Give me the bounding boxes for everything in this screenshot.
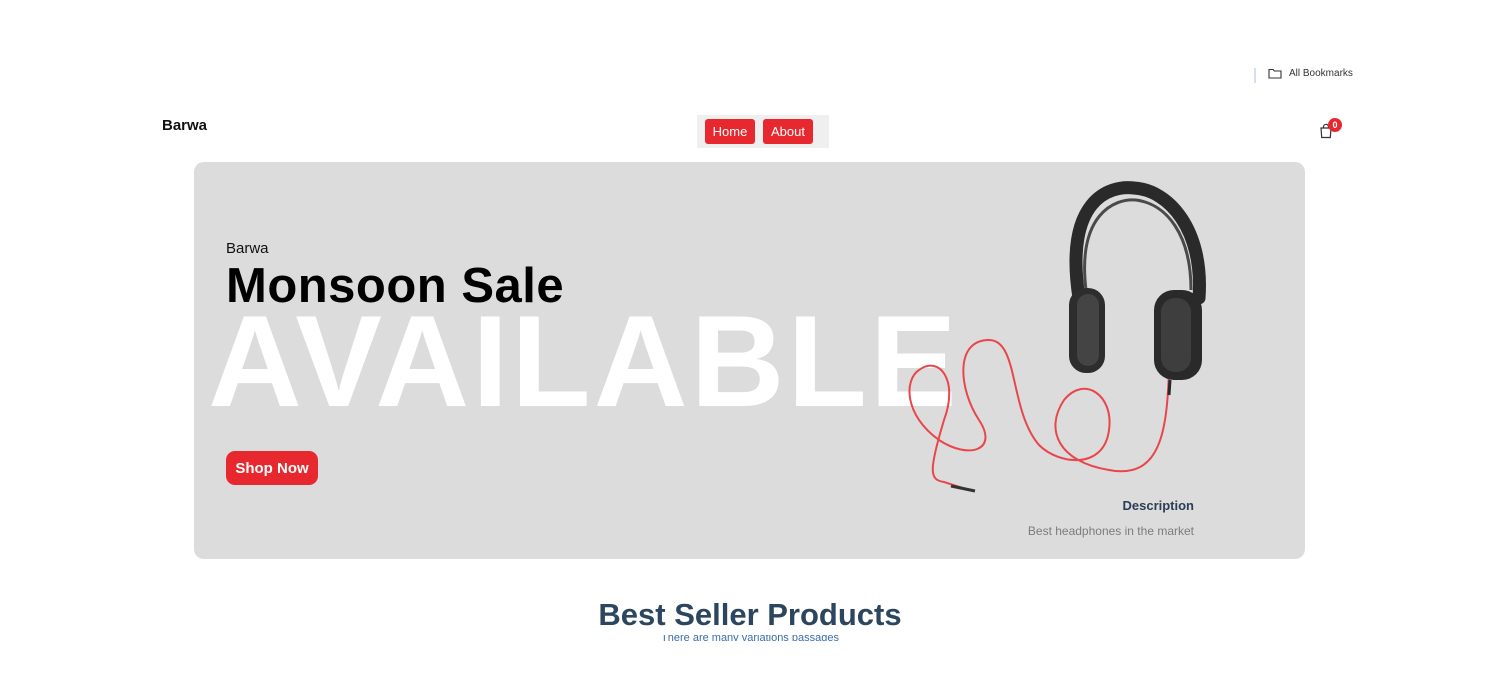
brand-logo[interactable]: Barwa: [162, 117, 207, 134]
bookmarks-separator: [1254, 68, 1256, 83]
cart-count-badge: 0: [1328, 118, 1342, 132]
main-nav: Home About: [697, 115, 829, 148]
all-bookmarks-label: All Bookmarks: [1289, 68, 1353, 79]
section-subtitle: There are many variations passages: [661, 635, 839, 641]
description-label: Description: [1122, 498, 1194, 513]
cart-button[interactable]: 0: [1318, 118, 1344, 140]
nav-about-link[interactable]: About: [763, 119, 813, 144]
hero-eyebrow: Barwa: [226, 240, 269, 257]
description-text: Best headphones in the market: [1027, 524, 1194, 538]
section-title: Best Seller Products: [598, 597, 902, 632]
folder-icon: [1268, 68, 1282, 79]
hero-banner: Barwa Monsoon Sale AVAILABLE Shop Now De…: [194, 162, 1305, 559]
all-bookmarks-button[interactable]: All Bookmarks: [1268, 68, 1353, 79]
hero-big-text: AVAILABLE: [208, 288, 960, 434]
nav-home-link[interactable]: Home: [705, 119, 755, 144]
shop-now-button[interactable]: Shop Now: [226, 451, 318, 485]
headphones-image: [908, 181, 1206, 493]
